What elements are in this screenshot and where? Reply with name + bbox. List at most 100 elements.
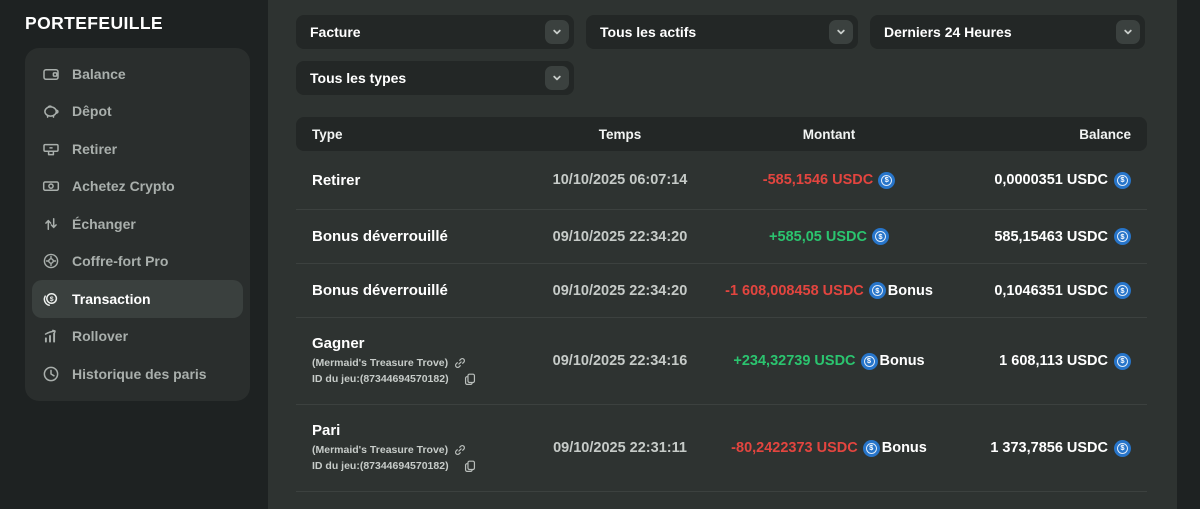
usdc-icon: [1114, 228, 1131, 245]
sidebar-item-retirer[interactable]: Retirer: [32, 130, 243, 168]
bonus-tag: Bonus: [880, 353, 925, 369]
withdraw-icon: [41, 139, 61, 159]
sidebar-menu: Balance Dêpot Retirer Achetez Crypto Éch…: [25, 48, 250, 401]
sidebar-item-label: Historique des paris: [72, 366, 207, 382]
sidebar-item-rollover[interactable]: Rollover: [32, 318, 243, 356]
bonus-tag: Bonus: [888, 283, 933, 299]
filters-row-1: Facture Tous les actifs Derniers 24 Heur…: [296, 15, 1147, 49]
transaction-type-cell: Retirer: [296, 172, 496, 189]
sidebar-item-achetez-crypto[interactable]: Achetez Crypto: [32, 168, 243, 206]
table-row: Gagner (Mermaid's Treasure Trove) ID du …: [296, 318, 1147, 405]
table-row: Bonus déverrouillé 09/10/2025 22:34:20 -…: [296, 264, 1147, 318]
wallet-icon: [41, 64, 61, 84]
transaction-time: 09/10/2025 22:31:11: [553, 440, 687, 456]
link-icon[interactable]: [454, 357, 466, 369]
coin-transaction-icon: $: [41, 289, 61, 309]
amount-value: -80,2422373 USDC: [731, 440, 858, 456]
transaction-balance: 0,1046351 USDC: [994, 282, 1147, 299]
transaction-type: Bonus déverrouillé: [312, 228, 496, 245]
game-id: ID du jeu:(87344694570182): [312, 458, 449, 474]
right-gutter: [1177, 0, 1200, 509]
sidebar-item-label: Dêpot: [72, 103, 112, 119]
transaction-balance: 1 608,113 USDC: [999, 353, 1147, 370]
sidebar: PORTEFEUILLE Balance Dêpot Retirer Achet…: [0, 0, 268, 509]
sidebar-item-label: Achetez Crypto: [72, 178, 175, 194]
column-header-temps: Temps: [599, 127, 642, 142]
amount-value: -1 608,008458 USDC: [725, 283, 864, 299]
transaction-time: 09/10/2025 22:34:16: [553, 353, 688, 369]
svg-text:$: $: [50, 296, 54, 303]
transaction-type-cell: Bonus déverrouillé: [296, 282, 496, 299]
sidebar-item-echanger[interactable]: Échanger: [32, 205, 243, 243]
copy-icon[interactable]: [464, 373, 476, 385]
transaction-type: Bonus déverrouillé: [312, 282, 496, 299]
sidebar-item-label: Balance: [72, 66, 126, 82]
game-name: (Mermaid's Treasure Trove): [312, 355, 448, 371]
filter-assets-dropdown[interactable]: Tous les actifs: [586, 15, 858, 49]
chevron-down-icon[interactable]: [545, 20, 569, 44]
sidebar-item-label: Échanger: [72, 216, 136, 232]
main-content: Facture Tous les actifs Derniers 24 Heur…: [268, 0, 1177, 509]
sidebar-item-depot[interactable]: Dêpot: [32, 93, 243, 131]
game-details: (Mermaid's Treasure Trove) ID du jeu:(87…: [312, 355, 496, 388]
game-name: (Mermaid's Treasure Trove): [312, 442, 448, 458]
table-header: Type Temps Montant Balance: [296, 117, 1147, 151]
copy-icon[interactable]: [464, 460, 476, 472]
sidebar-item-coffre-fort-pro[interactable]: Coffre-fort Pro: [32, 243, 243, 281]
transaction-time: 10/10/2025 06:07:14: [553, 172, 688, 188]
table-row: Retirer 10/10/2025 06:07:14 -585,1546 US…: [296, 151, 1147, 210]
sidebar-item-transaction[interactable]: $ Transaction: [32, 280, 243, 318]
transaction-type-cell: Bonus déverrouillé: [296, 228, 496, 245]
sidebar-item-label: Transaction: [72, 291, 151, 307]
chevron-down-icon[interactable]: [829, 20, 853, 44]
transaction-type-cell: Gagner (Mermaid's Treasure Trove) ID du …: [296, 335, 496, 388]
filter-period-dropdown[interactable]: Derniers 24 Heures: [870, 15, 1145, 49]
amount-value: -585,1546 USDC: [763, 172, 873, 188]
usdc-icon: [861, 353, 878, 370]
transaction-type: Pari: [312, 422, 496, 439]
wallet-page: PORTEFEUILLE Balance Dêpot Retirer Achet…: [0, 0, 1200, 509]
usdc-icon: [1114, 440, 1131, 457]
balance-value: 0,1046351 USDC: [994, 283, 1108, 299]
amount-value: +585,05 USDC: [769, 229, 867, 245]
transaction-amount: +585,05 USDC: [769, 228, 889, 245]
chevron-down-icon[interactable]: [1116, 20, 1140, 44]
usdc-icon: [1114, 353, 1131, 370]
link-icon[interactable]: [454, 444, 466, 456]
filters-row-2: Tous les types: [296, 61, 1147, 95]
usdc-icon: [872, 228, 889, 245]
piggy-bank-icon: [41, 101, 61, 121]
sidebar-item-historique-des-paris[interactable]: Historique des paris: [32, 355, 243, 393]
column-header-montant: Montant: [803, 127, 855, 142]
column-header-type: Type: [296, 127, 496, 142]
clock-icon: [41, 364, 61, 384]
transaction-type: Retirer: [312, 172, 496, 189]
banknote-icon: [41, 176, 61, 196]
transaction-balance: 0,0000351 USDC: [994, 172, 1147, 189]
table-body: Retirer 10/10/2025 06:07:14 -585,1546 US…: [296, 151, 1147, 492]
usdc-icon: [878, 172, 895, 189]
vault-icon: [41, 251, 61, 271]
bar-chart-icon: [41, 326, 61, 346]
filter-facture-dropdown[interactable]: Facture: [296, 15, 574, 49]
transaction-type-cell: Pari (Mermaid's Treasure Trove) ID du je…: [296, 422, 496, 475]
usdc-icon: [863, 440, 880, 457]
transaction-time: 09/10/2025 22:34:20: [553, 229, 688, 245]
transaction-balance: 1 373,7856 USDC: [990, 440, 1147, 457]
usdc-icon: [869, 282, 886, 299]
bonus-tag: Bonus: [882, 440, 927, 456]
table-row: Pari (Mermaid's Treasure Trove) ID du je…: [296, 405, 1147, 492]
dropdown-value: Facture: [310, 24, 361, 40]
transactions-table: Type Temps Montant Balance Retirer 10/10…: [296, 117, 1147, 492]
column-header-balance: Balance: [1079, 127, 1147, 142]
filter-types-dropdown[interactable]: Tous les types: [296, 61, 574, 95]
transaction-time: 09/10/2025 22:34:20: [553, 283, 688, 299]
balance-value: 1 608,113 USDC: [999, 353, 1108, 369]
sidebar-item-balance[interactable]: Balance: [32, 55, 243, 93]
sidebar-item-label: Coffre-fort Pro: [72, 253, 168, 269]
transaction-amount: -1 608,008458 USDC Bonus: [725, 282, 933, 299]
sidebar-item-label: Rollover: [72, 328, 128, 344]
chevron-down-icon[interactable]: [545, 66, 569, 90]
transaction-amount: -80,2422373 USDC Bonus: [731, 440, 927, 457]
page-title: PORTEFEUILLE: [25, 13, 268, 34]
